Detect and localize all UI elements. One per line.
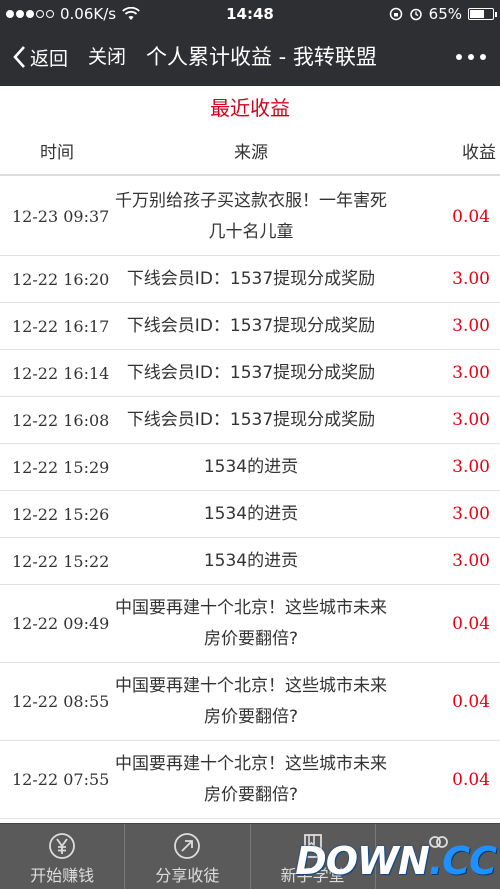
row-time: 12-22 16:08 bbox=[12, 410, 110, 430]
row-gain: 3.00 bbox=[452, 551, 490, 571]
row-time: 12-22 08:55 bbox=[12, 692, 110, 711]
table-row[interactable]: 12-22 08:55 中国要再建十个北京！这些城市未来房价要翻倍? 0.04 bbox=[0, 663, 500, 741]
row-gain: 3.00 bbox=[452, 363, 490, 383]
row-gain: 0.04 bbox=[452, 206, 490, 227]
nav-bar: 返回 关闭 个人累计收益 - 我转联盟 bbox=[0, 28, 500, 86]
row-source: 下线会员ID：1537提现分成奖励 bbox=[126, 268, 376, 289]
watermark-logo: DOWN .CC bbox=[295, 837, 497, 885]
row-source: 中国要再建十个北京！这些城市未来房价要翻倍? bbox=[115, 753, 387, 805]
table-row[interactable]: 12-22 16:20 下线会员ID：1537提现分成奖励 3.00 bbox=[0, 256, 500, 303]
table-row[interactable]: 12-22 16:17 下线会员ID：1537提现分成奖励 3.00 bbox=[0, 303, 500, 350]
rotation-lock-icon bbox=[389, 7, 402, 21]
battery-percent: 65% bbox=[428, 5, 462, 23]
row-source: 下线会员ID：1537提现分成奖励 bbox=[126, 362, 376, 383]
row-gain: 3.00 bbox=[452, 410, 490, 430]
header-gain: 收益 bbox=[462, 143, 496, 163]
back-button[interactable]: 返回 bbox=[12, 28, 68, 86]
back-label: 返回 bbox=[30, 47, 69, 70]
row-gain: 3.00 bbox=[452, 269, 490, 289]
table-row[interactable]: 12-22 16:08 下线会员ID：1537提现分成奖励 3.00 bbox=[0, 397, 500, 444]
row-gain: 3.00 bbox=[452, 457, 490, 477]
row-time: 12-22 15:22 bbox=[12, 551, 110, 571]
row-time: 12-22 16:14 bbox=[12, 363, 110, 383]
row-time: 12-22 15:29 bbox=[12, 457, 110, 477]
table-row[interactable]: 12-22 09:49 中国要再建十个北京！这些城市未来房价要翻倍? 0.04 bbox=[0, 585, 500, 663]
watermark-part2: .CC bbox=[428, 839, 497, 883]
alarm-icon bbox=[409, 8, 422, 21]
row-source: 1534的进贡 bbox=[203, 503, 299, 524]
row-gain: 3.00 bbox=[452, 504, 490, 524]
row-time: 12-22 16:17 bbox=[12, 316, 110, 336]
row-time: 12-22 09:49 bbox=[12, 614, 110, 633]
page-title: 个人累计收益 - 我转联盟 bbox=[146, 45, 377, 69]
header-time: 时间 bbox=[40, 143, 74, 163]
tab-share[interactable]: 分享收徒 bbox=[125, 824, 251, 889]
row-gain: 0.04 bbox=[452, 769, 490, 790]
table-row[interactable]: 12-22 15:26 1534的进贡 3.00 bbox=[0, 491, 500, 538]
section-title: 最近收益 bbox=[210, 96, 290, 120]
tab-start-earning[interactable]: 开始赚钱 bbox=[0, 824, 126, 889]
row-source: 中国要再建十个北京！这些城市未来房价要翻倍? bbox=[115, 597, 387, 649]
battery-icon bbox=[468, 8, 497, 20]
status-right: 65% bbox=[389, 0, 497, 28]
table-row[interactable]: 12-23 09:37 千万别给孩子买这款衣服！一年害死几十名儿童 0.04 bbox=[0, 178, 500, 256]
table-header: 时间 来源 收益 bbox=[0, 130, 500, 176]
table-row[interactable]: 12-22 07:55 中国要再建十个北京！这些城市未来房价要翻倍? 0.04 bbox=[0, 741, 500, 819]
row-source: 下线会员ID：1537提现分成奖励 bbox=[126, 315, 376, 336]
row-source: 中国要再建十个北京！这些城市未来房价要翻倍? bbox=[115, 675, 387, 727]
close-button[interactable]: 关闭 bbox=[88, 28, 126, 86]
table-row[interactable]: 12-22 15:29 1534的进贡 3.00 bbox=[0, 444, 500, 491]
status-bar: 0.06K/s 14:48 65% bbox=[0, 0, 500, 28]
tab-label: 分享收徒 bbox=[155, 866, 220, 885]
earnings-list: 12-23 09:37 千万别给孩子买这款衣服！一年害死几十名儿童 0.04 12-2… bbox=[0, 178, 500, 819]
yen-icon bbox=[49, 833, 76, 859]
watermark-part1: DOWN bbox=[295, 839, 430, 883]
more-menu-icon[interactable] bbox=[456, 28, 486, 86]
row-gain: 3.00 bbox=[452, 316, 490, 336]
row-source: 1534的进贡 bbox=[203, 456, 299, 477]
share-arrow-icon bbox=[174, 833, 201, 859]
header-source: 来源 bbox=[234, 143, 268, 163]
row-gain: 0.04 bbox=[452, 691, 490, 712]
row-source: 1534的进贡 bbox=[203, 550, 299, 571]
table-row[interactable]: 12-22 16:14 下线会员ID：1537提现分成奖励 3.00 bbox=[0, 350, 500, 397]
row-source: 下线会员ID：1537提现分成奖励 bbox=[126, 409, 376, 430]
row-time: 12-22 16:20 bbox=[12, 269, 110, 289]
table-row[interactable]: 12-22 15:22 1534的进贡 3.00 bbox=[0, 538, 500, 585]
row-time: 12-23 09:37 bbox=[12, 207, 110, 226]
row-gain: 0.04 bbox=[452, 613, 490, 634]
chevron-left-icon bbox=[13, 46, 25, 68]
row-source: 千万别给孩子买这款衣服！一年害死几十名儿童 bbox=[115, 190, 387, 242]
row-time: 12-22 15:26 bbox=[12, 504, 110, 524]
row-time: 12-22 07:55 bbox=[12, 770, 110, 789]
tab-label: 开始赚钱 bbox=[30, 866, 95, 885]
